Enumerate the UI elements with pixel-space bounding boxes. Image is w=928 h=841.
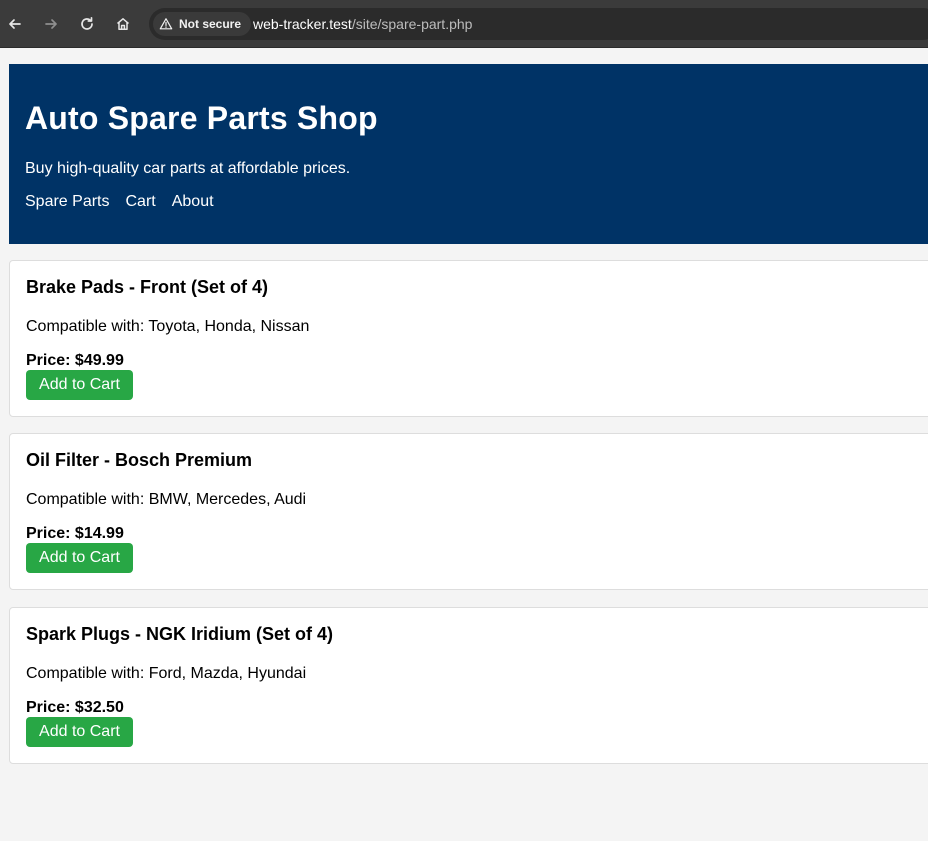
browser-toolbar: Not secure web-tracker.test/site/spare-p…: [0, 0, 928, 48]
product-name: Oil Filter - Bosch Premium: [26, 450, 253, 470]
address-bar[interactable]: Not secure web-tracker.test/site/spare-p…: [149, 8, 928, 40]
forward-arrow-icon[interactable]: [39, 12, 63, 36]
product-price: Price: $32.50: [26, 699, 124, 716]
nav-link-about[interactable]: About: [172, 193, 214, 211]
main-nav: Spare Parts Cart About: [25, 193, 214, 211]
product-compatibility: Compatible with: Ford, Mazda, Hyundai: [26, 665, 307, 682]
nav-link-spare-parts[interactable]: Spare Parts: [25, 193, 109, 211]
security-indicator[interactable]: Not secure: [153, 12, 252, 36]
add-to-cart-button[interactable]: Add to Cart: [26, 717, 133, 747]
product-compatibility: Compatible with: Toyota, Honda, Nissan: [26, 318, 310, 335]
page-title: Auto Spare Parts Shop: [25, 100, 378, 136]
product-card: Brake Pads - Front (Set of 4) Compatible…: [9, 260, 928, 417]
site-header: Auto Spare Parts Shop Buy high-quality c…: [9, 64, 928, 244]
url-text[interactable]: web-tracker.test/site/spare-part.php: [253, 16, 472, 32]
url-path: /site/spare-part.php: [351, 16, 473, 32]
nav-link-cart[interactable]: Cart: [125, 193, 155, 211]
add-to-cart-button[interactable]: Add to Cart: [26, 370, 133, 400]
product-compatibility: Compatible with: BMW, Mercedes, Audi: [26, 491, 307, 508]
home-icon[interactable]: [111, 12, 135, 36]
product-name: Spark Plugs - NGK Iridium (Set of 4): [26, 624, 334, 644]
security-label: Not secure: [179, 17, 242, 31]
page-content: Auto Spare Parts Shop Buy high-quality c…: [0, 48, 928, 841]
site-tagline: Buy high-quality car parts at affordable…: [25, 160, 351, 177]
product-price: Price: $14.99: [26, 525, 124, 542]
warning-triangle-icon: [159, 18, 173, 30]
product-card: Spark Plugs - NGK Iridium (Set of 4) Com…: [9, 607, 928, 764]
product-price: Price: $49.99: [26, 352, 124, 369]
url-host: web-tracker.test: [253, 16, 352, 32]
add-to-cart-button[interactable]: Add to Cart: [26, 543, 133, 573]
product-name: Brake Pads - Front (Set of 4): [26, 277, 269, 297]
reload-icon[interactable]: [75, 12, 99, 36]
back-arrow-icon[interactable]: [3, 12, 27, 36]
product-card: Oil Filter - Bosch Premium Compatible wi…: [9, 433, 928, 590]
